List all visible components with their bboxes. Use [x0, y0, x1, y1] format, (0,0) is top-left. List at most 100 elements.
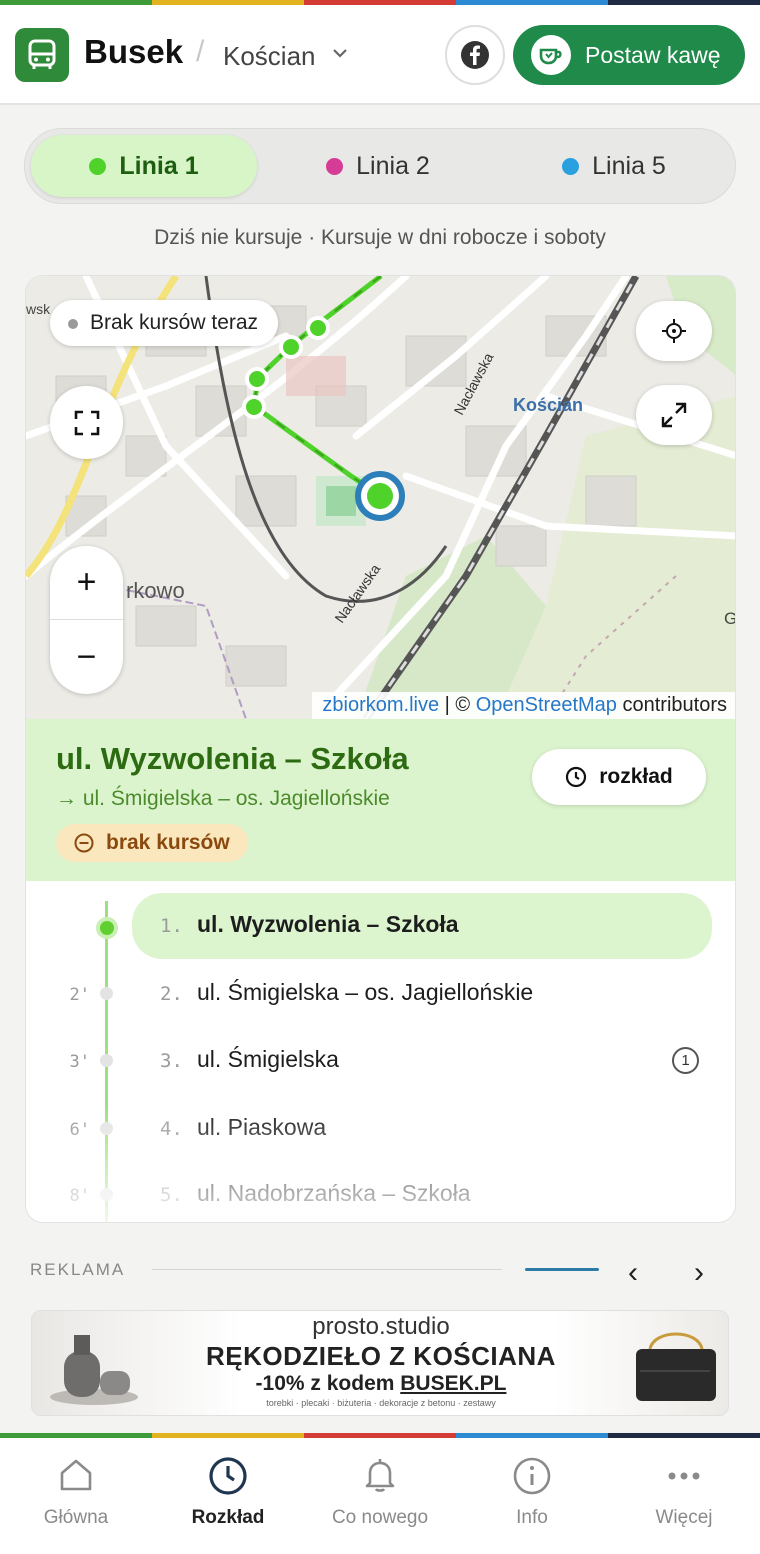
expand-icon	[661, 402, 687, 428]
travel-minutes: 3'	[69, 1052, 90, 1072]
ads-label: REKLAMA	[30, 1260, 126, 1279]
stop-number: 1.	[160, 915, 183, 937]
home-icon	[60, 1459, 92, 1491]
tab-label: Linia 1	[119, 151, 199, 180]
nav-label: Główna	[43, 1507, 109, 1528]
no-runs-badge: brak kursów	[56, 824, 248, 862]
ad-banner[interactable]: prosto.studio RĘKODZIEŁO Z KOŚCIANA -10%…	[31, 1310, 729, 1416]
chevron-down-icon[interactable]	[332, 47, 348, 59]
zoom-control: + −	[50, 546, 123, 694]
travel-minutes: 8'	[69, 1186, 90, 1206]
timeline-dot	[100, 987, 113, 1000]
map-label-city: Kościan	[513, 395, 583, 415]
stop-info-badge[interactable]: 1	[672, 1047, 699, 1074]
fullscreen-icon	[74, 410, 99, 435]
coffee-button-label: Postaw kawę	[585, 41, 721, 68]
nav-glowna[interactable]: Główna	[0, 1438, 152, 1554]
stop-row[interactable]: 1. ul. Wyzwolenia – Szkoła	[26, 893, 735, 959]
ad-code-prefix: -10% z kodem	[255, 1372, 401, 1395]
ad-code-line: -10% z kodem BUSEK.PL	[32, 1372, 728, 1396]
travel-minutes: 2'	[69, 985, 90, 1005]
bottom-navigation: Główna Rozkład Co nowego Info Więcej	[0, 1438, 760, 1554]
stop-row[interactable]: 6' 4. ul. Piaskowa	[26, 1096, 735, 1162]
bus-logo-icon[interactable]	[15, 28, 69, 82]
schedule-button-label: rozkład	[599, 765, 673, 788]
coffee-icon	[531, 35, 571, 75]
chevron-left-icon[interactable]: ‹	[628, 1256, 638, 1290]
map-attribution: zbiorkom.live | © OpenStreetMap contribu…	[312, 692, 735, 719]
stop-row-name: ul. Piaskowa	[197, 1114, 327, 1140]
no-runs-now-pill: Brak kursów teraz	[50, 300, 279, 346]
bell-icon	[365, 1459, 395, 1492]
stop-row-name: ul. Nadobrzańska – Szkoła	[197, 1180, 471, 1206]
osm-link[interactable]: OpenStreetMap	[476, 694, 617, 716]
nav-label: Więcej	[655, 1507, 713, 1528]
clock-icon	[209, 1457, 247, 1495]
timeline-dot	[100, 1122, 113, 1135]
timeline-dot	[100, 1188, 113, 1201]
stop-row-name: ul. Śmigielska	[197, 1046, 339, 1072]
fullscreen-button[interactable]	[50, 386, 123, 459]
badge-label: brak kursów	[106, 831, 230, 854]
stop-row[interactable]: 8' 5. ul. Nadobrzańska – Szkoła	[26, 1162, 735, 1222]
tab-linia-5[interactable]: Linia 5	[501, 135, 727, 197]
facebook-icon	[461, 41, 489, 69]
stop-row[interactable]: 2' 2. ul. Śmigielska – os. Jagiellońskie	[26, 961, 735, 1027]
timeline-dot	[96, 917, 118, 939]
selected-stop-panel: ul. Wyzwolenia – Szkoła → ul. Śmigielska…	[26, 719, 735, 881]
nav-label: Co nowego	[331, 1507, 429, 1528]
nav-info[interactable]: Info	[456, 1438, 608, 1554]
nav-label: Info	[516, 1507, 548, 1528]
stop-row-name: ul. Śmigielska – os. Jagiellońskie	[197, 979, 534, 1005]
facebook-button[interactable]	[445, 25, 505, 85]
ad-studio: prosto.studio	[312, 1313, 450, 1340]
brand-name[interactable]: Busek	[84, 33, 183, 71]
app-header: Busek / Kościan Postaw kawę	[0, 5, 760, 105]
minus-circle-icon	[74, 833, 94, 853]
stop-row[interactable]: 3' 3. ul. Śmigielska 1	[26, 1028, 735, 1094]
buy-coffee-button[interactable]: Postaw kawę	[513, 25, 745, 85]
header-separator: /	[196, 35, 205, 68]
attribution-separator: | ©	[439, 694, 476, 716]
tab-label: Linia 2	[356, 151, 430, 180]
ads-divider	[152, 1269, 502, 1270]
stop-number: 3.	[160, 1050, 183, 1072]
nav-label: Rozkład	[191, 1507, 265, 1528]
map-label-place: rkowo	[126, 578, 185, 603]
info-icon	[513, 1457, 551, 1495]
stop-list: 1. ul. Wyzwolenia – Szkoła 2' 2. ul. Śmi…	[26, 881, 735, 1222]
clock-icon	[566, 766, 587, 788]
zbiorkom-link[interactable]: zbiorkom.live	[322, 694, 439, 716]
line-color-dot	[89, 157, 107, 175]
route-card: Kościan rkowo Nacławska Nacławska G wsk …	[25, 275, 736, 1223]
zoom-out-button[interactable]: −	[50, 620, 123, 694]
stop-number: 5.	[160, 1184, 183, 1206]
stop-number: 4.	[160, 1118, 183, 1140]
chevron-right-icon[interactable]: ›	[694, 1256, 704, 1290]
stop-number: 2.	[160, 983, 183, 1005]
ad-code: BUSEK.PL	[400, 1372, 507, 1395]
more-icon	[668, 1472, 700, 1480]
schedule-button[interactable]: rozkład	[532, 749, 706, 805]
expand-map-button[interactable]	[636, 385, 712, 445]
nav-wiecej[interactable]: Więcej	[608, 1438, 760, 1554]
tab-linia-1[interactable]: Linia 1	[31, 135, 257, 197]
stop-name: ul. Wyzwolenia – Szkoła	[56, 741, 409, 776]
nav-rozklad[interactable]: Rozkład	[152, 1438, 304, 1554]
locate-button[interactable]	[636, 301, 712, 361]
nav-co-nowego[interactable]: Co nowego	[304, 1438, 456, 1554]
stop-direction: → ul. Śmigielska – os. Jagiellońskie	[56, 787, 390, 810]
tab-label: Linia 5	[592, 151, 666, 180]
ads-header: REKLAMA ‹ ›	[30, 1256, 730, 1289]
line-color-dot	[562, 157, 580, 175]
ad-small-text: torebki · plecaki · biżuteria · dekoracj…	[266, 1398, 496, 1408]
tab-linia-2[interactable]: Linia 2	[265, 135, 491, 197]
ads-progress-indicator	[525, 1268, 599, 1271]
timeline-dot	[100, 1054, 113, 1067]
line-tabs: Linia 1 Linia 2 Linia 5	[24, 128, 736, 204]
map-label-edge: G	[724, 609, 736, 628]
route-map[interactable]: Kościan rkowo Nacławska Nacławska G wsk …	[26, 276, 736, 719]
city-selector[interactable]: Kościan	[223, 41, 316, 72]
zoom-in-button[interactable]: +	[50, 546, 123, 620]
map-label-edge: wsk	[26, 301, 51, 317]
